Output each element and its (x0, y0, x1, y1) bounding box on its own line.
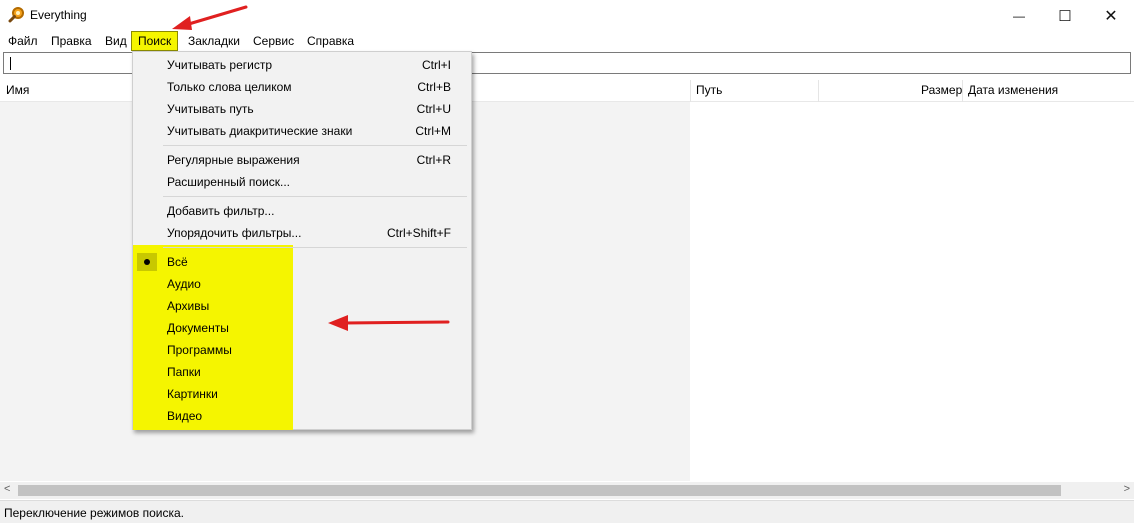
filter-option-documents[interactable]: Документы (133, 317, 471, 339)
menu-option-label: Учитывать путь (167, 102, 254, 116)
filter-option-audio[interactable]: Аудио (133, 273, 471, 295)
filter-option-programs[interactable]: Программы (133, 339, 471, 361)
title-bar: Everything — ☐ ✕ (0, 0, 1134, 31)
filter-option-label: Архивы (167, 299, 210, 313)
menu-option-shortcut: Ctrl+U (416, 102, 451, 116)
menu-option-shortcut: Ctrl+I (421, 58, 451, 72)
filter-option-video[interactable]: Видео (133, 405, 471, 427)
results-list-right[interactable] (690, 102, 1134, 481)
filter-option-label: Картинки (167, 387, 218, 401)
menu-option-label: Упорядочить фильтры... (167, 226, 302, 240)
filter-option-label: Всё (167, 255, 188, 269)
menu-option-label: Добавить фильтр... (167, 204, 275, 218)
menu-option-add-filter[interactable]: Добавить фильтр... (133, 200, 471, 222)
window-title: Everything (30, 8, 87, 22)
close-button[interactable]: ✕ (1088, 0, 1134, 31)
column-header-size[interactable]: Размер (921, 80, 962, 102)
menu-file[interactable]: Файл (2, 31, 44, 51)
menu-edit[interactable]: Правка (45, 31, 98, 51)
selected-indicator (137, 253, 157, 271)
filter-option-pictures[interactable]: Картинки (133, 383, 471, 405)
menu-option-diacritics[interactable]: Учитывать диакритические знаки Ctrl+M (133, 120, 471, 142)
scrollbar-thumb[interactable] (18, 485, 1061, 496)
column-separator[interactable] (962, 80, 963, 102)
close-icon: ✕ (1104, 7, 1118, 25)
status-text: Переключение режимов поиска. (4, 506, 185, 520)
filter-option-archives[interactable]: Архивы (133, 295, 471, 317)
minimize-button[interactable]: — (996, 0, 1042, 31)
filter-option-folders[interactable]: Папки (133, 361, 471, 383)
minimize-icon: — (1013, 8, 1025, 23)
menu-separator (163, 247, 467, 248)
menu-bookmarks[interactable]: Закладки (182, 31, 246, 51)
maximize-button[interactable]: ☐ (1042, 0, 1088, 31)
filter-option-label: Аудио (167, 277, 201, 291)
menu-option-match-case[interactable]: Учитывать регистр Ctrl+I (133, 54, 471, 76)
menu-tools[interactable]: Сервис (247, 31, 300, 51)
menu-option-label: Учитывать диакритические знаки (167, 124, 353, 138)
menu-option-shortcut: Ctrl+Shift+F (386, 226, 451, 240)
column-header-path[interactable]: Путь (696, 80, 722, 102)
status-bar: Переключение режимов поиска. (0, 500, 1134, 523)
menu-help[interactable]: Справка (301, 31, 360, 51)
menu-option-advanced-search[interactable]: Расширенный поиск... (133, 171, 471, 193)
radio-dot-icon (144, 259, 150, 265)
column-header-modified[interactable]: Дата изменения (968, 80, 1058, 102)
menu-option-whole-words[interactable]: Только слова целиком Ctrl+B (133, 76, 471, 98)
scroll-left-arrow-icon[interactable]: < (4, 483, 10, 495)
column-separator[interactable] (690, 80, 691, 102)
menu-option-shortcut: Ctrl+M (415, 124, 451, 138)
menu-bar: Файл Правка Вид Поиск Закладки Сервис Сп… (0, 31, 1134, 51)
menu-option-label: Расширенный поиск... (167, 175, 290, 189)
filter-option-label: Документы (167, 321, 229, 335)
menu-option-label: Учитывать регистр (167, 58, 273, 72)
filter-option-label: Программы (167, 343, 232, 357)
filter-option-label: Видео (167, 409, 203, 423)
menu-separator (163, 196, 467, 197)
filter-option-all[interactable]: Всё (133, 251, 471, 273)
menu-option-label: Только слова целиком (167, 80, 292, 94)
search-dropdown-menu: Учитывать регистр Ctrl+I Только слова це… (132, 51, 472, 430)
scroll-right-arrow-icon[interactable]: > (1124, 483, 1130, 495)
column-header-name[interactable]: Имя (6, 80, 29, 102)
menu-option-shortcut: Ctrl+R (416, 153, 451, 167)
menu-search[interactable]: Поиск (131, 31, 179, 51)
filter-option-label: Папки (167, 365, 201, 379)
magnifier-app-icon (8, 7, 24, 23)
column-separator[interactable] (818, 80, 819, 102)
menu-separator (163, 145, 467, 146)
menu-option-label: Регулярные выражения (167, 153, 300, 167)
menu-option-organize-filters[interactable]: Упорядочить фильтры... Ctrl+Shift+F (133, 222, 471, 244)
menu-view[interactable]: Вид (99, 31, 133, 51)
text-caret (10, 57, 11, 70)
menu-option-regex[interactable]: Регулярные выражения Ctrl+R (133, 149, 471, 171)
menu-option-shortcut: Ctrl+B (417, 80, 451, 94)
menu-option-match-path[interactable]: Учитывать путь Ctrl+U (133, 98, 471, 120)
horizontal-scrollbar[interactable]: < > (0, 482, 1134, 499)
maximize-icon: ☐ (1058, 7, 1072, 25)
